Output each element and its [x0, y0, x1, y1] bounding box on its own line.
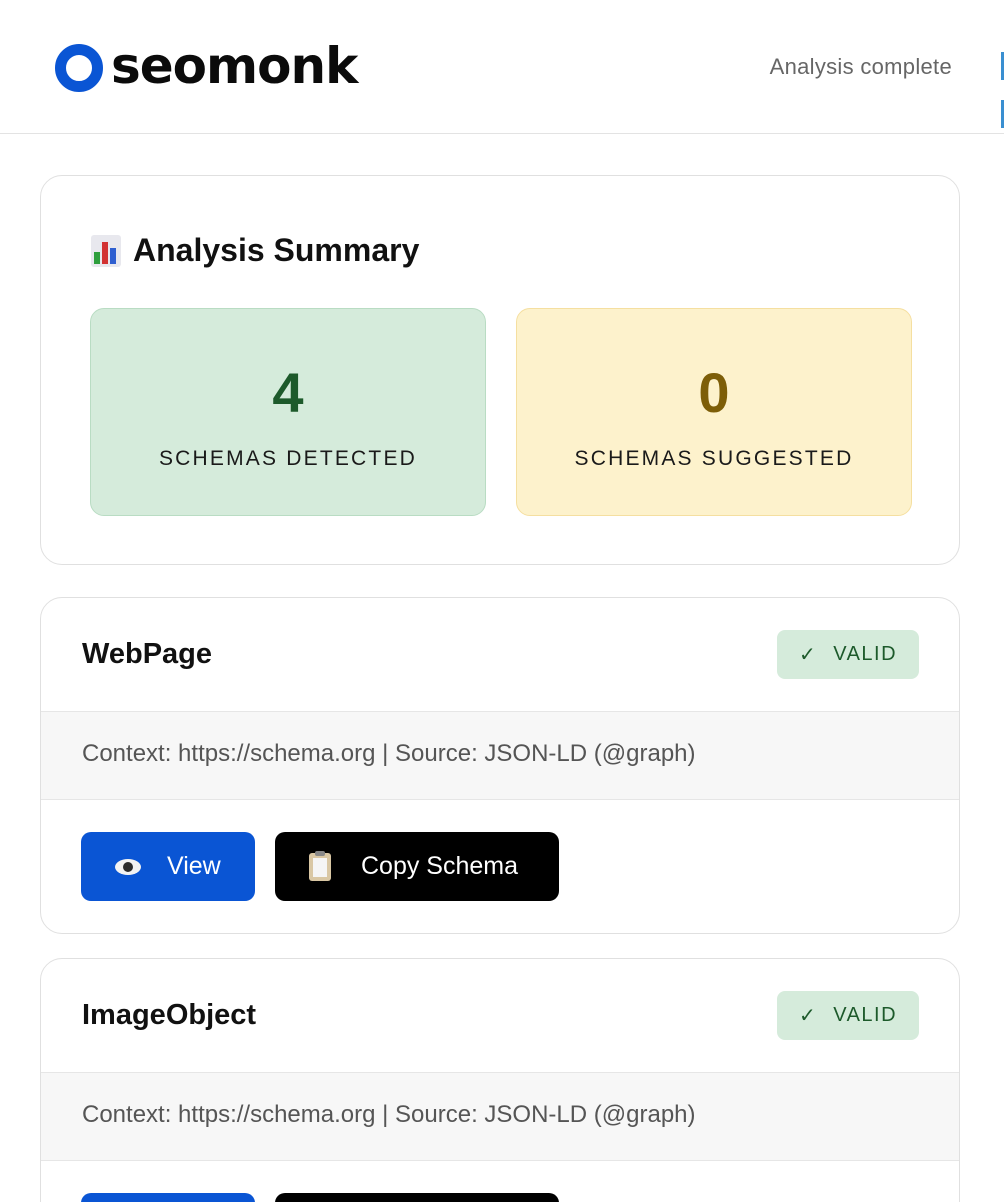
schemas-detected-stat: 4 SCHEMAS DETECTED [90, 308, 486, 516]
valid-badge: ✓ VALID [777, 630, 919, 679]
copy-schema-button[interactable]: Copy Schema [275, 832, 559, 901]
summary-title-text: Analysis Summary [133, 232, 420, 268]
schemas-suggested-stat: 0 SCHEMAS SUGGESTED [516, 308, 912, 516]
view-button[interactable] [81, 1193, 255, 1202]
schemas-suggested-label: SCHEMAS SUGGESTED [574, 447, 854, 470]
valid-badge-label: VALID [833, 643, 898, 665]
schema-card-header: ImageObject ✓ VALID [41, 959, 959, 1073]
copy-schema-button-label: Copy Schema [361, 852, 519, 880]
schema-name: WebPage [82, 638, 213, 670]
schema-card-webpage: WebPage ✓ VALID Context: https://schema.… [40, 597, 960, 934]
schema-card-header: WebPage ✓ VALID [41, 598, 959, 712]
logo-ring-icon [55, 44, 103, 92]
schema-meta: Context: https://schema.org | Source: JS… [41, 1073, 959, 1161]
schema-meta-text: Context: https://schema.org | Source: JS… [82, 740, 696, 767]
schemas-detected-label: SCHEMAS DETECTED [158, 447, 418, 470]
view-button-label: View [167, 852, 221, 880]
schemas-detected-count: 4 [272, 361, 304, 424]
valid-badge-label: VALID [833, 1004, 898, 1026]
schema-name: ImageObject [82, 999, 257, 1031]
schema-meta-text: Context: https://schema.org | Source: JS… [82, 1101, 696, 1128]
brand-name: seomonk [111, 37, 358, 95]
analysis-status: Analysis complete [769, 54, 952, 79]
brand-logo[interactable]: seomonk [55, 37, 358, 95]
check-icon: ✓ [798, 1005, 818, 1027]
view-button[interactable]: View [81, 832, 255, 901]
schema-meta: Context: https://schema.org | Source: JS… [41, 712, 959, 800]
analysis-summary-card: Analysis Summary 4 SCHEMAS DETECTED 0 SC… [40, 175, 960, 565]
app-window: seomonk Analysis complete Analysis Summa… [0, 0, 1004, 1202]
valid-badge: ✓ VALID [777, 991, 919, 1040]
schemas-suggested-count: 0 [698, 361, 730, 424]
schema-card-imageobject: ImageObject ✓ VALID Context: https://sch… [40, 958, 960, 1202]
copy-schema-button[interactable] [275, 1193, 559, 1202]
bar-chart-icon [91, 234, 121, 267]
check-icon: ✓ [798, 644, 818, 666]
schema-actions: View Copy Schema [81, 832, 559, 901]
clipboard-icon [309, 850, 331, 881]
eye-icon [115, 858, 141, 875]
schema-actions [81, 1193, 559, 1202]
header: seomonk Analysis complete [0, 0, 1004, 134]
summary-title: Analysis Summary [91, 232, 419, 269]
